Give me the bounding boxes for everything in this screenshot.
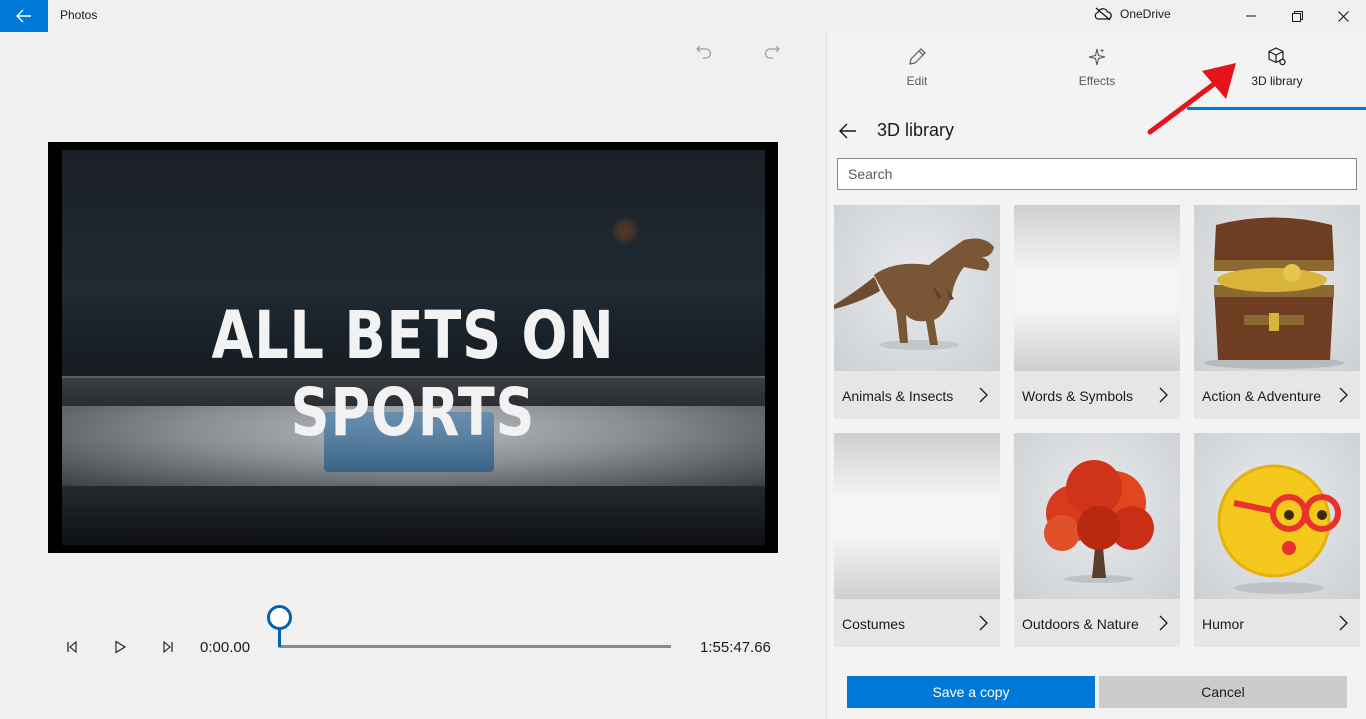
tab-edit-label: Edit — [906, 74, 928, 88]
category-card-costumes[interactable]: Costumes — [834, 433, 1000, 647]
redo-button[interactable] — [760, 40, 784, 64]
category-label: Words & Symbols — [1022, 388, 1133, 404]
library-back-button[interactable] — [837, 120, 859, 142]
sparkle-icon — [1088, 48, 1106, 66]
library-title: 3D library — [877, 120, 955, 140]
undo-button[interactable] — [692, 40, 716, 64]
play-icon — [115, 640, 127, 654]
tab-effects[interactable]: Effects — [1037, 46, 1157, 106]
category-label: Animals & Insects — [842, 388, 954, 404]
restore-icon — [1291, 10, 1303, 22]
annotation-arrow-icon — [1147, 63, 1236, 135]
side-panel: Edit Effects 3D library 3D library Anima… — [826, 32, 1366, 719]
undo-icon — [696, 45, 712, 59]
minimize-button[interactable] — [1228, 0, 1274, 32]
step-back-icon — [67, 640, 77, 654]
playhead-handle[interactable] — [267, 605, 292, 630]
3d-box-icon — [1268, 47, 1286, 66]
minimize-icon — [1246, 15, 1256, 17]
arrow-left-icon — [839, 123, 856, 139]
onedrive-label: OneDrive — [1120, 7, 1171, 21]
tab-effects-label: Effects — [1078, 74, 1116, 88]
category-card-outdoors-nature[interactable]: Outdoors & Nature — [1014, 433, 1180, 647]
t-rex-thumbnail — [834, 205, 1000, 371]
video-title-overlay: ALL BETS ON SPORTS — [211, 297, 615, 451]
chevron-right-icon — [976, 614, 992, 632]
pencil-icon — [909, 48, 926, 65]
chevron-right-icon — [976, 386, 992, 404]
category-label: Action & Adventure — [1202, 388, 1322, 404]
category-card-action-adventure[interactable]: Action & Adventure — [1194, 205, 1360, 419]
tab-3d-library-label: 3D library — [1251, 74, 1303, 88]
arrow-left-icon — [16, 9, 31, 23]
close-button[interactable] — [1320, 0, 1366, 32]
category-card-words-symbols[interactable]: Words & Symbols — [1014, 205, 1180, 419]
category-card-animals-insects[interactable]: Animals & Insects — [834, 205, 1000, 419]
cancel-button[interactable]: Cancel — [1099, 676, 1347, 708]
step-forward-icon — [163, 640, 173, 654]
cloud-offline-icon — [1094, 7, 1112, 21]
app-title: Photos — [60, 8, 98, 22]
timeline-track[interactable] — [279, 645, 671, 648]
play-button[interactable] — [109, 636, 131, 658]
tab-edit[interactable]: Edit — [857, 46, 977, 106]
emoji-glasses-thumbnail — [1194, 433, 1360, 599]
chevron-right-icon — [1156, 614, 1172, 632]
table-base — [62, 486, 765, 545]
category-label: Humor — [1202, 616, 1245, 632]
chevron-right-icon — [1336, 614, 1352, 632]
next-frame-button[interactable] — [157, 636, 179, 658]
video-preview[interactable]: ALL BETS ON SPORTS — [48, 142, 778, 553]
title-back-button[interactable] — [0, 0, 48, 32]
previous-frame-button[interactable] — [61, 636, 83, 658]
save-a-copy-button[interactable]: Save a copy — [847, 676, 1095, 708]
chevron-right-icon — [1156, 386, 1172, 404]
onedrive-status[interactable]: OneDrive — [1094, 7, 1171, 21]
red-tree-thumbnail — [1014, 433, 1180, 599]
words-symbols-thumbnail — [1014, 205, 1180, 371]
category-card-humor[interactable]: Humor — [1194, 433, 1360, 647]
current-time: 0:00.00 — [200, 639, 251, 656]
category-label: Outdoors & Nature — [1022, 616, 1139, 632]
redo-icon — [764, 45, 780, 59]
close-icon — [1337, 10, 1349, 22]
bokeh-light — [614, 220, 636, 242]
category-label: Costumes — [842, 616, 906, 632]
treasure-chest-thumbnail — [1194, 205, 1360, 371]
library-search-input[interactable] — [837, 158, 1357, 190]
total-time: 1:55:47.66 — [700, 639, 771, 656]
title-bar: Photos OneDrive — [0, 0, 1366, 32]
restore-button[interactable] — [1274, 0, 1320, 32]
costumes-thumbnail — [834, 433, 1000, 599]
chevron-right-icon — [1336, 386, 1352, 404]
